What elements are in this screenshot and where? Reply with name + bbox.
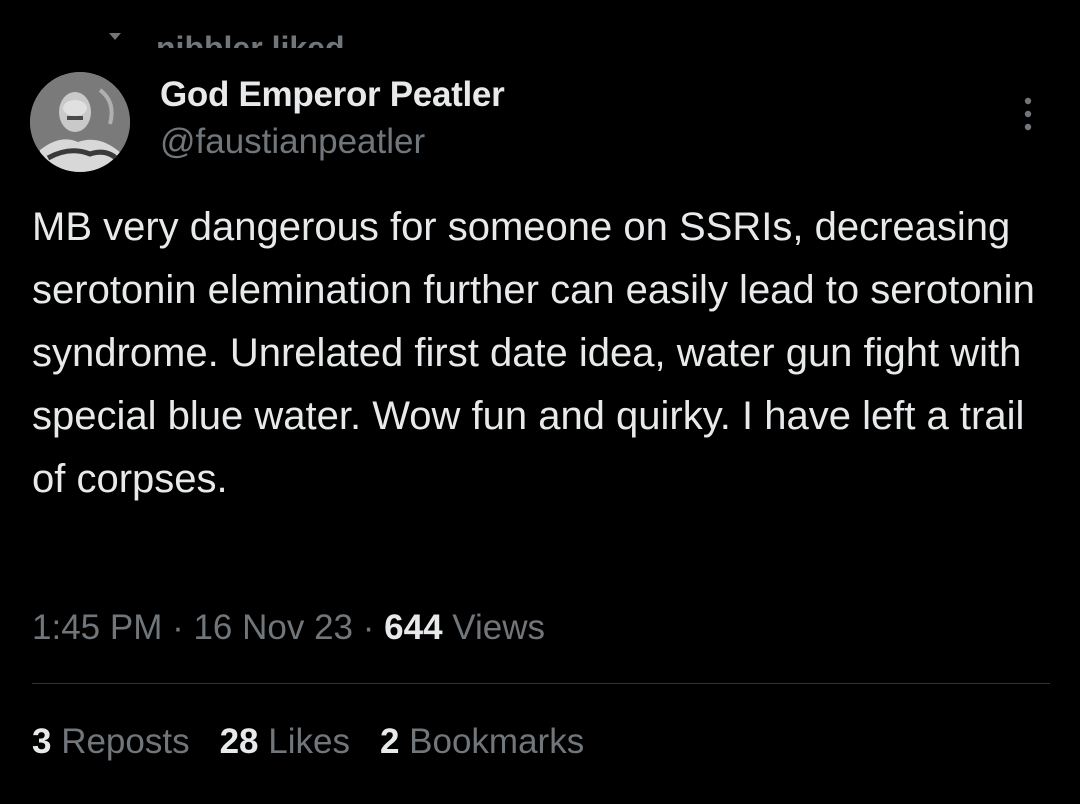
views-label[interactable]: Views [443,608,545,647]
bookmarks-label: Bookmarks [399,722,585,761]
author-display-name[interactable]: God Emperor Peatler [160,74,505,116]
social-context: nibbler liked [108,8,344,48]
likes-count: 28 [219,722,259,761]
heart-icon [109,33,121,40]
avatar[interactable] [30,72,130,172]
tweet-meta: 1:45 PM · 16 Nov 23 · 644 Views [32,606,545,650]
reposts-count: 3 [32,722,52,761]
meta-separator: · [353,608,385,647]
bookmarks-stat[interactable]: 2 Bookmarks [380,720,584,764]
likes-label: Likes [258,722,350,761]
more-options-button[interactable] [1012,92,1044,136]
author-handle[interactable]: @faustianpeatler [160,121,425,163]
views-count[interactable]: 644 [384,608,442,647]
tweet-date[interactable]: 16 Nov 23 [193,608,353,647]
reposts-stat[interactable]: 3 Reposts [32,720,190,764]
tweet-text: MB very dangerous for someone on SSRIs, … [32,205,1035,501]
bookmarks-count: 2 [379,722,400,761]
meta-separator: · [162,608,194,647]
reposts-label: Reposts [51,722,190,761]
divider [32,683,1050,684]
engagement-stats: 3 Reposts 28 Likes 2 Bookmarks [32,720,584,764]
more-vertical-icon [1024,97,1032,131]
social-context-text: nibbler liked [156,30,345,48]
tweet-time[interactable]: 1:45 PM [32,608,162,647]
likes-stat[interactable]: 28 Likes [220,720,350,764]
avatar-image [30,72,130,172]
